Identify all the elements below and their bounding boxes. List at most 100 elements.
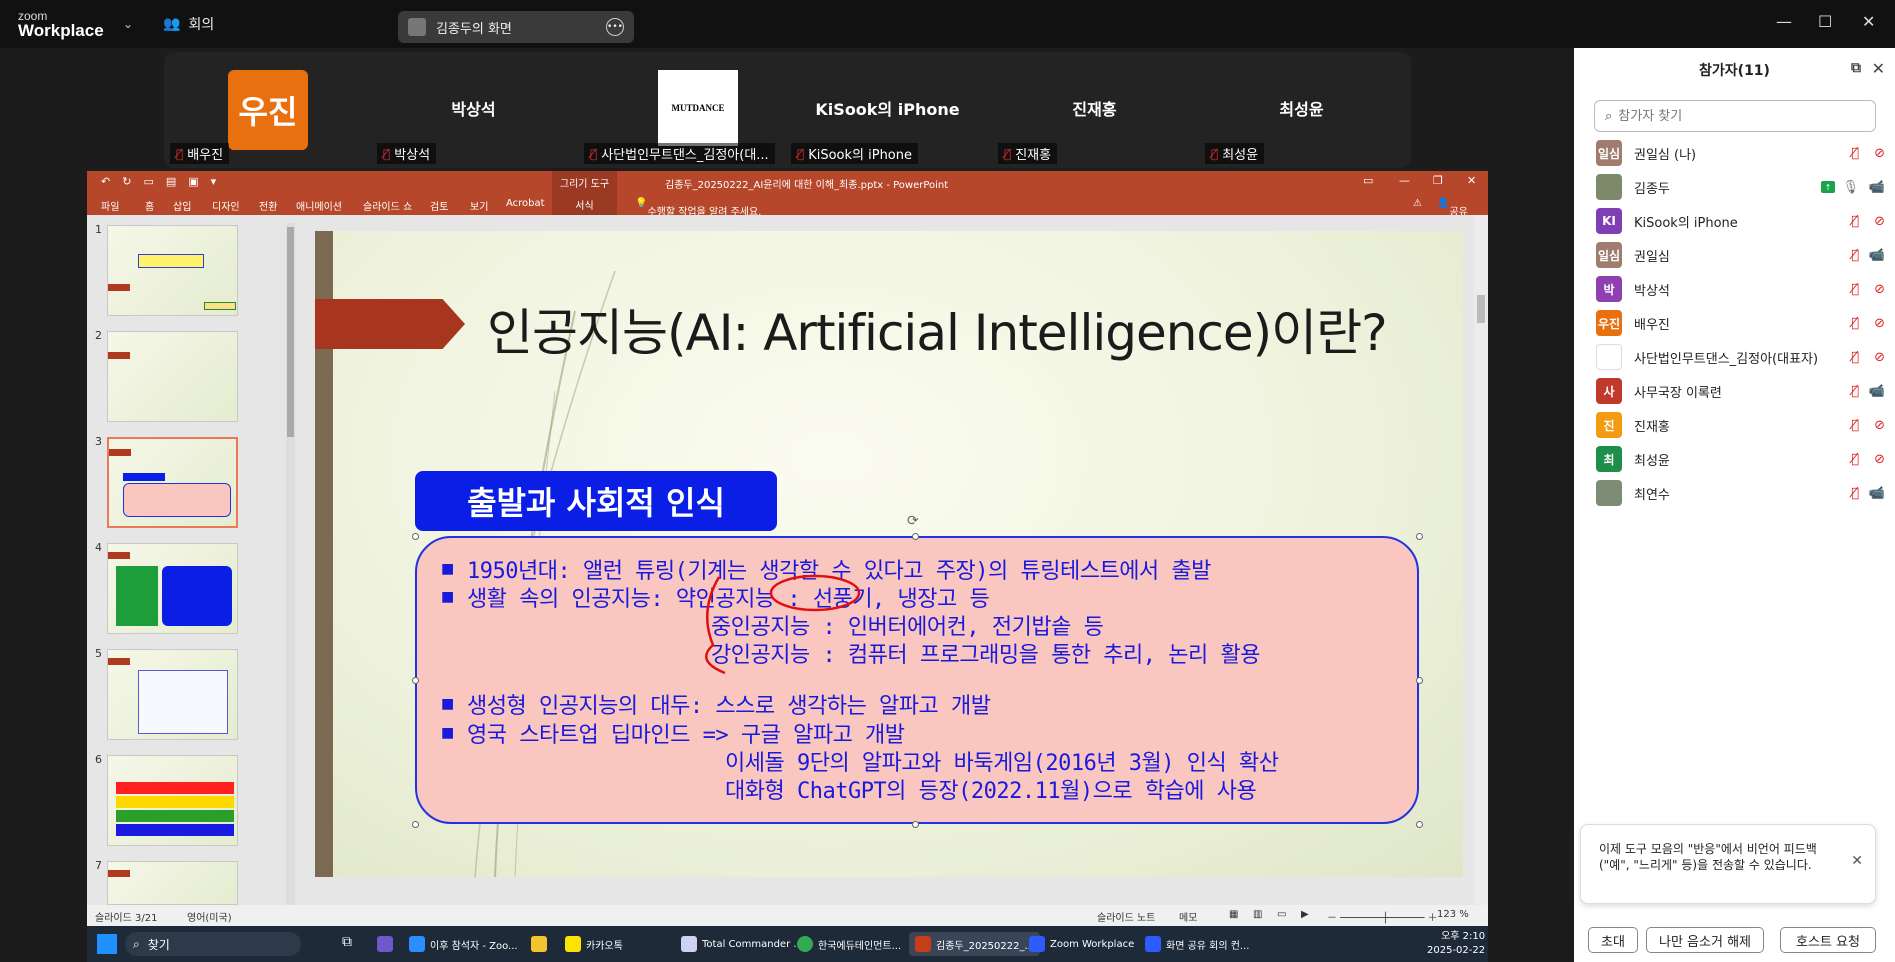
mic-off-icon[interactable]: 🎙̸ (1851, 418, 1859, 433)
taskbar-app[interactable]: Total Commander ... (681, 932, 803, 956)
present-icon[interactable]: ▭ (143, 175, 153, 188)
task-view-icon[interactable]: ⧉ (342, 934, 352, 950)
windows-start-icon[interactable] (97, 934, 117, 954)
participant-row[interactable]: 우진 배우진 🎙̸ ⊘ (1574, 306, 1895, 340)
mic-off-icon[interactable]: 🎙̸ (1851, 248, 1859, 263)
participant-row[interactable]: 최연수 🎙̸ 📹 (1574, 476, 1895, 510)
camera-icon[interactable]: 📹 (1869, 486, 1885, 501)
tab-home[interactable]: 홈 (145, 198, 154, 213)
sorter-view-icon[interactable]: ▥ (1253, 909, 1262, 920)
taskbar-app[interactable]: 한국에듀테인먼트... (797, 932, 901, 956)
slide-scrollbar[interactable] (1474, 215, 1488, 905)
reading-view-icon[interactable]: ▭ (1277, 909, 1286, 920)
redo-icon[interactable]: ↻ (122, 175, 131, 188)
video-tile[interactable]: 우진 🎙̸ 배우진 (164, 52, 369, 168)
current-slide[interactable]: 인공지능(AI: Artificial Intelligence)이란? 출발과… (315, 231, 1463, 877)
taskbar-app[interactable]: 화면 공유 회의 컨... (1145, 932, 1249, 956)
tab-animations[interactable]: 애니메이션 (296, 198, 342, 213)
camera-off-icon[interactable]: ⊘ (1874, 350, 1885, 365)
camera-off-icon[interactable]: ⊘ (1874, 214, 1885, 229)
tab-transitions[interactable]: 전환 (259, 198, 277, 213)
comments-button[interactable]: 메모 (1179, 909, 1197, 924)
thumbnail-scrollbar[interactable] (286, 223, 295, 908)
mic-off-icon[interactable]: 🎙̸ (1851, 384, 1859, 399)
open-icon[interactable]: ▤ (166, 175, 176, 188)
participant-row[interactable]: 김종두 ↑ 🎙 📹 (1574, 170, 1895, 204)
participant-row[interactable]: 최 최성윤 🎙̸ ⊘ (1574, 442, 1895, 476)
slide-thumbnail[interactable] (107, 649, 238, 740)
slide-thumbnail[interactable] (107, 225, 238, 316)
save-icon[interactable]: ▣ (188, 175, 198, 188)
slideshow-view-icon[interactable]: ▶ (1301, 909, 1309, 920)
camera-icon[interactable]: 📹 (1869, 180, 1885, 195)
resize-handle[interactable] (412, 821, 419, 828)
rotate-handle-icon[interactable]: ⟳ (907, 513, 919, 529)
participant-row[interactable]: 사 사무국장 이록련 🎙̸ 📹 (1574, 374, 1895, 408)
unmute-me-button[interactable]: 나만 음소거 해제 (1646, 927, 1764, 953)
taskbar-app[interactable]: 카카오톡 (565, 932, 623, 956)
mic-off-icon[interactable]: 🎙̸ (1851, 316, 1859, 331)
resize-handle[interactable] (1416, 821, 1423, 828)
slide-subheader[interactable]: 출발과 사회적 인식 (415, 471, 777, 531)
video-tile[interactable]: 최성윤 🎙̸ 최성윤 (1199, 52, 1404, 168)
tab-insert[interactable]: 삽입 (173, 198, 191, 213)
slide-thumbnail[interactable] (107, 755, 238, 846)
slide-line[interactable]: 생성형 인공지능의 대두: 스스로 생각하는 알파고 개발 (467, 688, 991, 720)
invite-button[interactable]: 초대 (1588, 927, 1638, 953)
request-host-button[interactable]: 호스트 요청 (1780, 927, 1876, 953)
undo-icon[interactable]: ↶ (101, 175, 110, 188)
camera-off-icon[interactable]: ⊘ (1874, 146, 1885, 161)
participant-row[interactable]: 일심 권일심 🎙̸ 📹 (1574, 238, 1895, 272)
resize-handle[interactable] (912, 821, 919, 828)
more-icon[interactable]: ••• (606, 18, 624, 36)
taskbar-app[interactable]: Zoom Workplace (1029, 932, 1134, 956)
participant-search[interactable]: ⌕ (1594, 100, 1876, 132)
tab-acrobat[interactable]: Acrobat (506, 198, 545, 209)
zoom-level[interactable]: 123 % (1437, 909, 1469, 920)
camera-off-icon[interactable]: ⊘ (1874, 452, 1885, 467)
tab-file[interactable]: 파일 (101, 198, 119, 213)
zoom-slider[interactable]: － ───────┼────── ＋ (1327, 909, 1438, 924)
language[interactable]: 영어(미국) (187, 909, 232, 924)
participant-row[interactable]: 일심 권일심 (나) 🎙̸ ⊘ (1574, 136, 1895, 170)
participant-row[interactable]: 박 박상석 🎙̸ ⊘ (1574, 272, 1895, 306)
mic-icon[interactable]: 🎙 (1842, 180, 1859, 195)
close-icon[interactable]: ✕ (1872, 59, 1885, 78)
tab-view[interactable]: 보기 (470, 198, 488, 213)
scroll-thumb[interactable] (1477, 295, 1485, 323)
mic-off-icon[interactable]: 🎙̸ (1851, 486, 1859, 501)
normal-view-icon[interactable]: ▦ (1229, 909, 1238, 920)
camera-icon[interactable]: 📹 (1869, 384, 1885, 399)
participant-row[interactable]: 진 진재홍 🎙̸ ⊘ (1574, 408, 1895, 442)
close-icon[interactable]: ✕ (1467, 174, 1476, 187)
camera-off-icon[interactable]: ⊘ (1874, 282, 1885, 297)
camera-icon[interactable]: 📹 (1869, 248, 1885, 263)
video-tile[interactable]: 박상석 🎙̸ 박상석 (371, 52, 576, 168)
mic-off-icon[interactable]: 🎙̸ (1851, 146, 1859, 161)
screen-share-indicator[interactable]: 김종두의 화면 ••• (398, 11, 634, 43)
taskbar-app-active[interactable]: 김종두_20250222_... (909, 932, 1041, 956)
minimize-icon[interactable]: — (1776, 12, 1792, 31)
taskbar-clock[interactable]: 오후 2:10 2025-02-22 (1427, 930, 1485, 958)
folder-icon[interactable] (531, 936, 547, 952)
participant-row[interactable]: 사단법인무트댄스_김정아(대표자) 🎙̸ ⊘ (1574, 340, 1895, 374)
zoom-logo[interactable]: zoom Workplace (18, 10, 104, 39)
video-tile[interactable]: 진재홍 🎙̸ 진재홍 (992, 52, 1197, 168)
dropdown-icon[interactable]: ▾ (211, 175, 217, 188)
resize-handle[interactable] (412, 533, 419, 540)
taskbar-search[interactable]: ⌕ 찾기 (125, 932, 301, 956)
video-tile[interactable]: KiSook의 iPhone 🎙̸ KiSook의 iPhone (785, 52, 990, 168)
restore-icon[interactable]: ❐ (1433, 174, 1443, 187)
pop-out-icon[interactable]: ⧉ (1851, 60, 1861, 76)
taskbar-app[interactable]: 이후 참석자 - Zoo... (409, 932, 518, 956)
resize-handle[interactable] (912, 533, 919, 540)
slide-thumbnail[interactable] (107, 543, 238, 634)
minimize-icon[interactable]: — (1399, 174, 1410, 187)
tab-design[interactable]: 디자인 (212, 198, 240, 213)
participant-search-input[interactable] (1618, 108, 1859, 124)
mic-off-icon[interactable]: 🎙̸ (1851, 214, 1859, 229)
camera-off-icon[interactable]: ⊘ (1874, 418, 1885, 433)
copilot-icon[interactable] (377, 936, 393, 952)
mic-off-icon[interactable]: 🎙̸ (1851, 282, 1859, 297)
resize-handle[interactable] (412, 677, 419, 684)
